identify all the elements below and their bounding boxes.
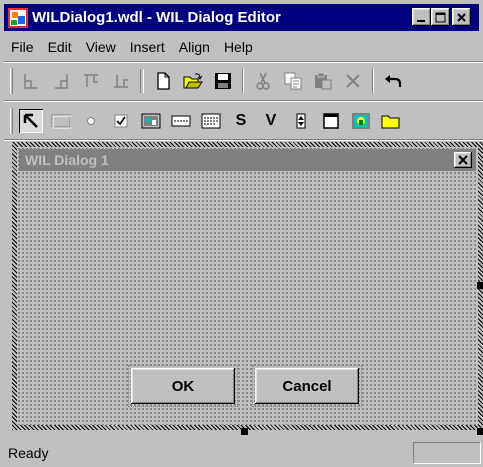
paste-icon [315,72,332,90]
groupbox-icon [51,114,71,129]
toolbar-grip[interactable] [10,108,13,134]
menu-view[interactable]: View [79,36,123,58]
align-left-icon [24,74,37,89]
paste-button[interactable] [311,69,335,93]
resize-handle-right[interactable] [477,282,483,289]
status-bar: Ready [4,442,483,467]
menu-help[interactable]: Help [217,36,260,58]
groupbox-tool-button[interactable] [49,109,73,133]
dialog-title: WIL Dialog 1 [25,152,109,168]
standard-toolbar [6,66,483,96]
toolbar-separator [140,69,144,93]
delete-button[interactable] [341,69,365,93]
radio-button-icon [87,117,95,125]
edit-box-icon [171,115,191,127]
menu-bar: File Edit View Insert Align Help [4,36,260,58]
ok-button[interactable]: OK [128,365,238,407]
toolbar-separator [242,69,244,93]
picture-icon [141,113,161,129]
editbox-tool-button[interactable] [169,109,193,133]
app-icon [8,7,28,28]
radio-tool-button[interactable] [79,109,103,133]
frame-tool-button[interactable] [319,109,343,133]
picture-button-tool-button[interactable] [349,109,373,133]
resize-handle-bottom[interactable] [241,428,248,435]
maximize-button[interactable] [431,8,450,26]
save-button[interactable] [211,69,235,93]
copy-button[interactable] [281,69,305,93]
align-right-icon [55,74,68,89]
undo-icon [385,75,402,87]
align-right-button[interactable] [49,69,73,93]
align-top-button[interactable] [79,69,103,93]
menu-edit[interactable]: Edit [41,36,79,58]
checkbox-tool-button[interactable] [109,109,133,133]
window-title: WILDialog1.wdl - WIL Dialog Editor [32,9,281,26]
open-folder-icon [183,73,203,89]
undo-button[interactable] [381,69,405,93]
variable-text-tool-button[interactable]: V [259,109,283,133]
multiline-tool-button[interactable] [199,109,223,133]
toolbar-grip[interactable] [10,68,13,94]
cut-icon [256,72,270,90]
picture-tool-button[interactable] [139,109,163,133]
spinner-tool-button[interactable] [289,109,313,133]
menu-align[interactable]: Align [172,36,217,58]
select-tool-button[interactable] [19,109,43,133]
variable-text-icon: V [265,112,277,129]
folder-tool-button[interactable] [379,109,403,133]
close-icon [458,155,468,165]
close-icon [457,12,466,22]
dialog-selection-frame[interactable]: WIL Dialog 1 OK Cancel [12,142,483,430]
dialog-close-button[interactable] [454,152,472,168]
design-workspace: WIL Dialog 1 OK Cancel [4,138,483,438]
select-arrow-icon [23,113,38,128]
picture-button-icon [352,113,370,129]
menu-insert[interactable]: Insert [123,36,172,58]
multi-line-edit-icon [201,113,221,129]
align-top-icon [84,74,98,87]
new-file-button[interactable] [151,69,175,93]
toolbar-separator [372,69,374,93]
dialog-title-bar[interactable]: WIL Dialog 1 [19,149,476,171]
spinner-icon [296,113,306,129]
delete-icon [346,74,360,88]
static-text-tool-button[interactable]: S [229,109,253,133]
toolbar-divider [4,61,483,63]
controls-toolbar: S V [6,106,483,136]
align-left-button[interactable] [19,69,43,93]
checkbox-icon [114,114,128,128]
resize-handle-corner[interactable] [477,428,483,435]
align-bottom-button[interactable] [109,69,133,93]
new-file-icon [157,72,170,90]
maximize-icon [435,12,446,22]
cut-button[interactable] [251,69,275,93]
close-button[interactable] [452,8,471,26]
dialog-preview[interactable]: WIL Dialog 1 OK Cancel [17,147,478,425]
frame-icon [323,113,339,129]
cancel-button[interactable]: Cancel [252,365,362,407]
folder-icon [381,115,400,129]
status-pane [413,442,481,464]
open-button[interactable] [181,69,205,93]
status-text: Ready [8,445,49,461]
static-text-icon: S [235,112,247,129]
toolbar-divider [4,100,483,102]
save-icon [215,73,231,89]
copy-icon [284,72,302,90]
minimize-button[interactable] [412,8,431,26]
menu-file[interactable]: File [4,36,41,58]
minimize-icon [417,19,425,22]
app-title-bar[interactable]: WILDialog1.wdl - WIL Dialog Editor [4,4,479,31]
align-bottom-icon [114,75,128,88]
